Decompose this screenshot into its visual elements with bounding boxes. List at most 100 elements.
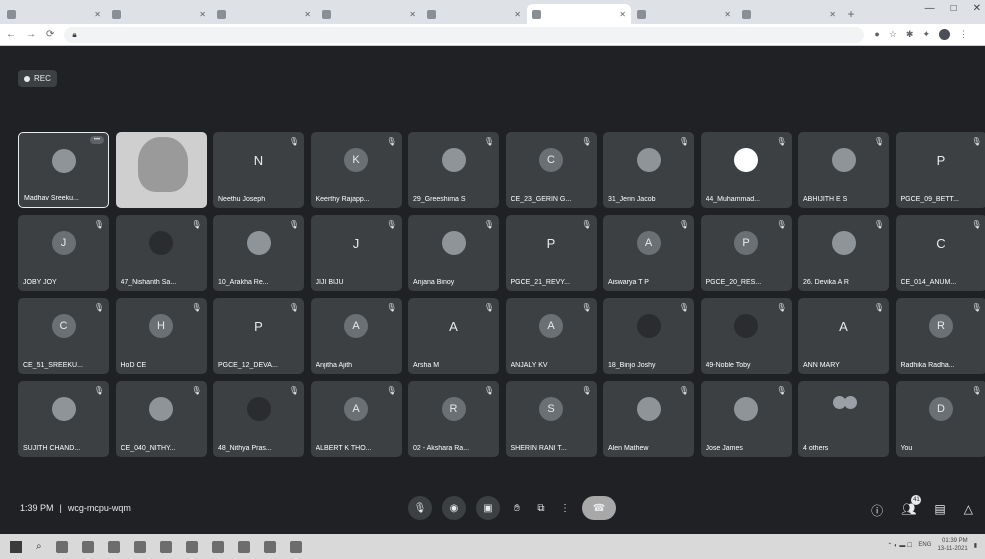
browser-tab[interactable]: ✕	[2, 4, 106, 24]
leave-call-icon[interactable]: ☎︎	[582, 496, 616, 520]
participant-tile[interactable]: 🎙︎ 10_Arakha Re...	[213, 215, 304, 291]
tab-close-icon[interactable]: ✕	[199, 10, 206, 19]
app-icon[interactable]	[237, 540, 250, 553]
participant-tile[interactable]: 🎙︎ 49-Noble Toby	[700, 298, 792, 374]
participant-tile[interactable]: N 🎙︎ Neethu Joseph	[213, 132, 304, 208]
close-icon[interactable]: ✕	[973, 3, 981, 14]
participant-tile[interactable]	[115, 132, 207, 208]
browser-tab[interactable]: ✕	[317, 4, 421, 24]
participant-tile[interactable]: 🎙︎ Jose James	[700, 381, 792, 457]
tab-close-icon[interactable]: ✕	[304, 10, 311, 19]
tab-close-icon[interactable]: ✕	[514, 10, 521, 19]
participant-tile[interactable]: A 🎙︎ ANJALY KV	[505, 298, 597, 374]
browser-tab[interactable]: ✕	[107, 4, 211, 24]
minimize-icon[interactable]: —	[925, 3, 935, 14]
camera-indicator-icon[interactable]: ●	[874, 29, 879, 40]
participant-tile[interactable]: A 🎙︎ Anjitha Ajith	[310, 298, 402, 374]
windows-start-icon[interactable]	[10, 540, 22, 553]
app-icon[interactable]	[211, 540, 224, 553]
store-icon[interactable]	[81, 540, 94, 553]
participant-tile[interactable]: 🎙︎ 48_Nithya Pras...	[213, 381, 304, 457]
tab-close-icon[interactable]: ✕	[409, 10, 416, 19]
participant-tile[interactable]: 4 others	[798, 381, 889, 457]
url-field[interactable]: 🔒︎	[64, 26, 865, 43]
participant-tile[interactable]: D 🎙︎ You	[895, 381, 985, 457]
raise-hand-icon[interactable]: ✋︎	[510, 496, 524, 520]
present-icon[interactable]: ⧉	[534, 496, 548, 520]
more-icon[interactable]: ⋮	[558, 496, 572, 520]
participant-tile[interactable]: C 🎙︎ CE_23_GERIN G...	[505, 132, 597, 208]
participant-tile[interactable]: J 🎙︎ JIJI BIJU	[310, 215, 402, 291]
mic-off-icon[interactable]: 🎙︎	[408, 496, 432, 520]
notification-icon[interactable]: ▮	[974, 542, 977, 549]
participant-tile[interactable]: 🎙︎ ABHIJITH E S	[798, 132, 889, 208]
participant-name: 10_Arakha Re...	[218, 279, 269, 286]
task-view-icon[interactable]	[55, 540, 68, 553]
language-indicator[interactable]: ENG	[918, 542, 931, 548]
tab-close-icon[interactable]: ✕	[619, 10, 626, 19]
menu-icon[interactable]: ⋮	[959, 29, 968, 40]
search-icon[interactable]: ⌕	[36, 541, 42, 552]
participant-tile[interactable]: A 🎙︎ ALBERT K THO...	[310, 381, 402, 457]
participant-tile[interactable]: P 🎙︎ PGCE_09_BETT...	[895, 132, 985, 208]
participant-tile[interactable]: ••• Madhav Sreeku...	[18, 132, 109, 208]
bookmark-star-icon[interactable]: ☆	[889, 29, 897, 40]
profile-avatar[interactable]	[939, 29, 950, 40]
participant-tile[interactable]: 🎙︎ 47_Nishanth Sa...	[115, 215, 207, 291]
participant-tile[interactable]: 🎙︎ Anjana Binoy	[408, 215, 499, 291]
participant-tile[interactable]: P 🎙︎ PGCE_20_RES...	[700, 215, 792, 291]
participant-tile[interactable]: 🎙︎ 18_Binjo Joshy	[603, 298, 694, 374]
people-icon[interactable]: 👥︎ 41	[901, 495, 922, 519]
participant-tile[interactable]: 🎙︎ Alen Mathew	[603, 381, 694, 457]
participant-tile[interactable]: A 🎙︎ ANN MARY	[798, 298, 889, 374]
participant-tile[interactable]: 🎙︎ 26. Devika A R	[798, 215, 889, 291]
browser-tab[interactable]: ✕	[632, 4, 736, 24]
extension-icon[interactable]: ✱	[906, 29, 914, 40]
participant-tile[interactable]: H 🎙︎ HoD CE	[115, 298, 207, 374]
tab-close-icon[interactable]: ✕	[94, 10, 101, 19]
maximize-icon[interactable]: □	[951, 3, 957, 14]
participant-tile[interactable]: 🎙︎ 44_Muhammad...	[700, 132, 792, 208]
participant-tile[interactable]: J 🎙︎ JOBY JOY	[18, 215, 109, 291]
tab-close-icon[interactable]: ✕	[724, 10, 731, 19]
participant-tile[interactable]: S 🎙︎ SHERIN RANI T...	[505, 381, 597, 457]
participant-tile[interactable]: C 🎙︎ CE_014_ANUM...	[895, 215, 985, 291]
browser-tab[interactable]: ✕	[737, 4, 841, 24]
participant-tile[interactable]: 🎙︎ SUJITH CHAND...	[18, 381, 109, 457]
file-explorer-icon[interactable]	[133, 540, 146, 553]
captions-icon[interactable]: ▣	[476, 496, 500, 520]
tray-icons[interactable]: ⌃ ◐ ▬ ☐	[887, 542, 912, 549]
info-icon[interactable]: ⓘ	[871, 502, 883, 519]
reload-icon[interactable]: ⟳	[46, 29, 54, 40]
participant-tile[interactable]: 🎙︎ 29_Greeshima S	[408, 132, 499, 208]
browser-tab[interactable]: ✕	[527, 4, 631, 24]
participant-tile[interactable]: P 🎙︎ PGCE_12_DEVA...	[213, 298, 304, 374]
participant-tile[interactable]: R 🎙︎ 02 - Akshara Ra...	[408, 381, 499, 457]
participant-tile[interactable]: P 🎙︎ PGCE_21_REVY...	[505, 215, 597, 291]
participant-tile[interactable]: 🎙︎ 31_Jerin Jacob	[603, 132, 694, 208]
camera-off-icon[interactable]: ◉	[442, 496, 466, 520]
participant-tile[interactable]: K 🎙︎ Keerthy Rajapp...	[310, 132, 402, 208]
back-icon[interactable]: ←	[6, 29, 16, 40]
clock[interactable]: 01:39 PM 13-11-2021	[937, 537, 967, 553]
browser-tab[interactable]: ✕	[422, 4, 526, 24]
acrobat-icon[interactable]	[263, 540, 276, 553]
app-icon[interactable]	[185, 540, 198, 553]
participant-tile[interactable]: R 🎙︎ Radhika Radha...	[895, 298, 985, 374]
more-options-icon[interactable]: •••	[90, 136, 104, 144]
forward-icon[interactable]: →	[26, 29, 36, 40]
app-icon[interactable]	[289, 540, 302, 553]
mail-icon[interactable]	[107, 540, 120, 553]
browser-tab[interactable]: ✕	[212, 4, 316, 24]
participant-tile[interactable]: 🎙︎ CE_040_NITHY...	[115, 381, 207, 457]
activities-icon[interactable]: △	[964, 502, 973, 519]
new-tab-button[interactable]: +	[842, 4, 860, 24]
chat-icon[interactable]: ▤	[934, 502, 945, 519]
participant-tile[interactable]: A 🎙︎ Aiswarya T P	[603, 215, 694, 291]
puzzle-icon[interactable]: ✦	[922, 29, 930, 40]
participant-tile[interactable]: A 🎙︎ Arsha M	[408, 298, 499, 374]
avatar: P	[936, 152, 946, 168]
chrome-icon[interactable]	[159, 540, 172, 553]
tab-close-icon[interactable]: ✕	[829, 10, 836, 19]
participant-tile[interactable]: C 🎙︎ CE_51_SREEKU...	[18, 298, 109, 374]
